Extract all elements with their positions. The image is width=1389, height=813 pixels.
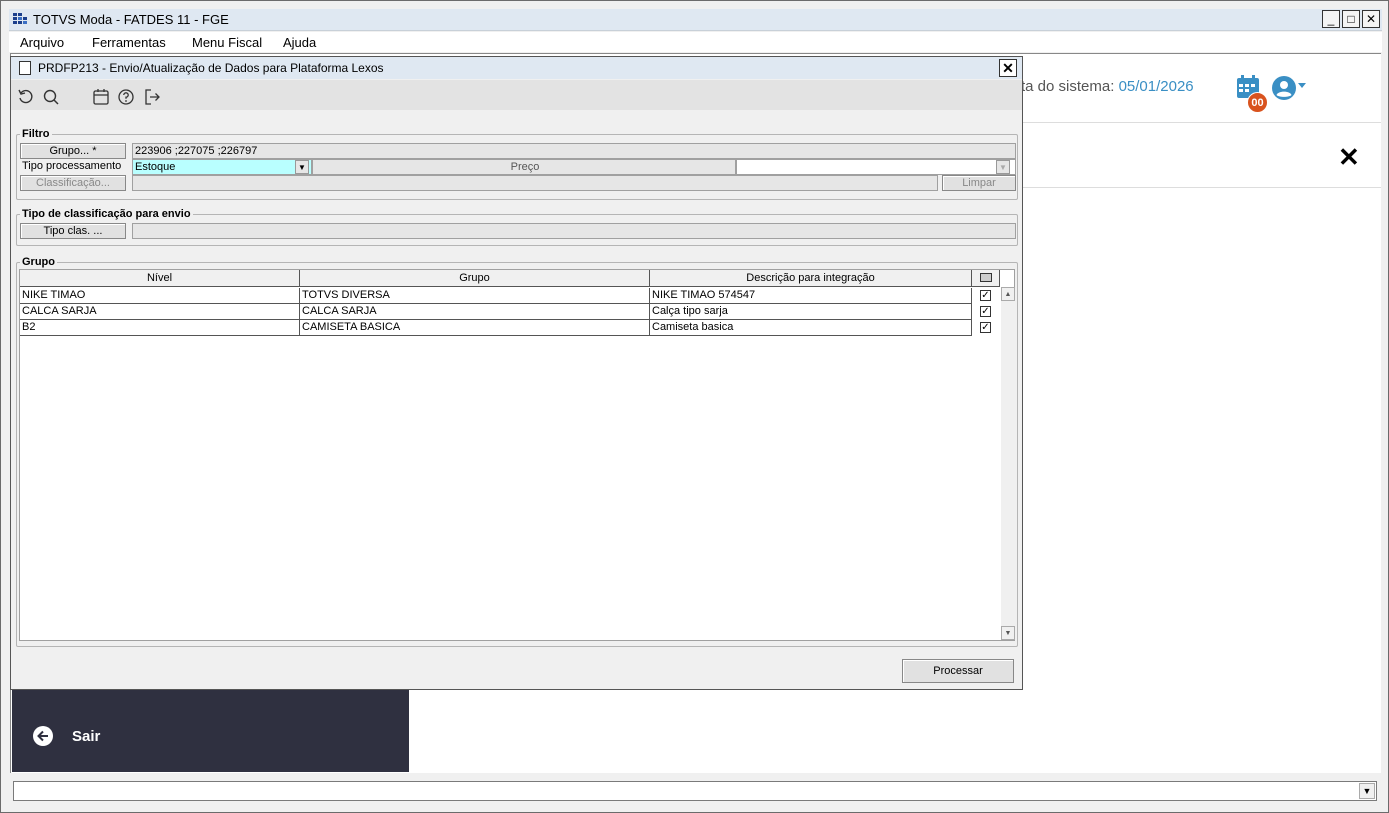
menu-ferramentas[interactable]: Ferramentas — [92, 35, 166, 50]
dialog-titlebar: PRDFP213 - Envio/Atualização de Dados pa… — [11, 57, 1022, 79]
grupo-field[interactable]: 223906 ;227075 ;226797 — [132, 143, 1016, 159]
row-checkbox[interactable]: ✓ — [980, 322, 991, 333]
app-window: TOTVS Moda - FATDES 11 - FGE _ □ ✕ Arqui… — [0, 0, 1389, 813]
grupo-legend: Grupo — [22, 256, 55, 268]
tipo-processamento-select[interactable]: Estoque — [132, 159, 312, 175]
exit-icon[interactable] — [143, 88, 161, 106]
menu-ajuda[interactable]: Ajuda — [283, 35, 316, 50]
table-cell[interactable]: Camiseta basica — [650, 320, 972, 336]
help-icon[interactable] — [117, 88, 135, 106]
classificacao-field[interactable] — [132, 175, 938, 191]
limpar-button[interactable]: Limpar — [942, 175, 1016, 191]
dialog-title: PRDFP213 - Envio/Atualização de Dados pa… — [38, 61, 384, 75]
system-date: ta do sistema: 05/01/2026 — [1021, 78, 1194, 95]
table-cell[interactable]: NIKE TIMAO 574547 — [650, 288, 972, 304]
user-menu-caret-icon[interactable] — [1298, 83, 1306, 88]
classificacao-button[interactable]: Classificação... — [20, 175, 126, 191]
tipo-processamento-label: Tipo processamento — [22, 160, 122, 172]
app-title: TOTVS Moda - FATDES 11 - FGE — [33, 12, 229, 27]
dialog-close-button[interactable]: ✕ — [999, 59, 1017, 77]
table-cell[interactable]: CALCA SARJA — [20, 304, 300, 320]
sair-panel: Sair — [12, 689, 409, 772]
menubar: Arquivo Ferramentas Menu Fiscal Ajuda — [9, 32, 1382, 52]
tipo-clas-field[interactable] — [132, 223, 1016, 239]
menu-arquivo[interactable]: Arquivo — [20, 35, 64, 50]
dialog-toolbar — [11, 80, 1022, 110]
column-header-descricao[interactable]: Descrição para integração — [650, 270, 972, 287]
column-header-nivel[interactable]: Nível — [20, 270, 300, 287]
select-all-icon — [979, 273, 992, 282]
preco-select[interactable] — [736, 159, 1016, 175]
maximize-button[interactable]: □ — [1342, 10, 1360, 28]
scroll-up-icon[interactable]: ▲ — [1001, 287, 1015, 301]
table-cell[interactable]: Calça tipo sarja — [650, 304, 972, 320]
scroll-down-icon[interactable]: ▼ — [1001, 626, 1015, 640]
menu-fiscal[interactable]: Menu Fiscal — [192, 35, 262, 50]
table-cell[interactable]: CALCA SARJA — [300, 304, 650, 320]
column-header-grupo[interactable]: Grupo — [300, 270, 650, 287]
user-avatar-icon[interactable] — [1272, 76, 1296, 100]
system-date-value: 05/01/2026 — [1118, 78, 1194, 95]
divider — [1022, 187, 1381, 188]
app-titlebar: TOTVS Moda - FATDES 11 - FGE _ □ ✕ — [9, 9, 1382, 31]
notification-badge: 00 — [1247, 92, 1268, 113]
system-date-label: ta do sistema: — [1021, 78, 1115, 95]
processar-button[interactable]: Processar — [902, 659, 1014, 683]
search-icon[interactable] — [42, 88, 60, 106]
close-icon[interactable]: ✕ — [1338, 142, 1360, 173]
row-checkbox[interactable]: ✓ — [980, 306, 991, 317]
sair-button[interactable]: Sair — [72, 728, 100, 745]
grupo-button[interactable]: Grupo... * — [20, 143, 126, 159]
table-cell[interactable]: NIKE TIMAO — [20, 288, 300, 304]
refresh-icon[interactable] — [17, 88, 35, 106]
back-arrow-icon[interactable] — [33, 726, 53, 746]
table-cell[interactable]: CAMISETA BASICA — [300, 320, 650, 336]
status-combo[interactable]: ▼ — [13, 781, 1377, 801]
vertical-scrollbar[interactable]: ▲ ▼ — [1001, 287, 1015, 640]
column-header-select-all[interactable] — [972, 270, 1000, 287]
divider — [1022, 122, 1381, 123]
chevron-down-icon[interactable]: ▼ — [1359, 783, 1375, 799]
table-cell[interactable]: B2 — [20, 320, 300, 336]
document-icon — [19, 61, 31, 75]
row-checkbox[interactable]: ✓ — [980, 290, 991, 301]
minimize-button[interactable]: _ — [1322, 10, 1340, 28]
chevron-down-icon[interactable]: ▼ — [996, 160, 1010, 174]
close-window-button[interactable]: ✕ — [1362, 10, 1380, 28]
app-logo-icon — [13, 13, 27, 24]
table-cell[interactable]: TOTVS DIVERSA — [300, 288, 650, 304]
preco-label: Preço — [312, 159, 736, 175]
calendar-icon[interactable] — [92, 88, 110, 106]
chevron-down-icon[interactable]: ▼ — [295, 160, 309, 174]
tipo-clas-button[interactable]: Tipo clas. ... — [20, 223, 126, 239]
filtro-legend: Filtro — [22, 128, 50, 140]
grupo-table: Nível Grupo Descrição para integração NI… — [19, 269, 1015, 641]
tipo-classificacao-legend: Tipo de classificação para envio — [22, 208, 191, 220]
